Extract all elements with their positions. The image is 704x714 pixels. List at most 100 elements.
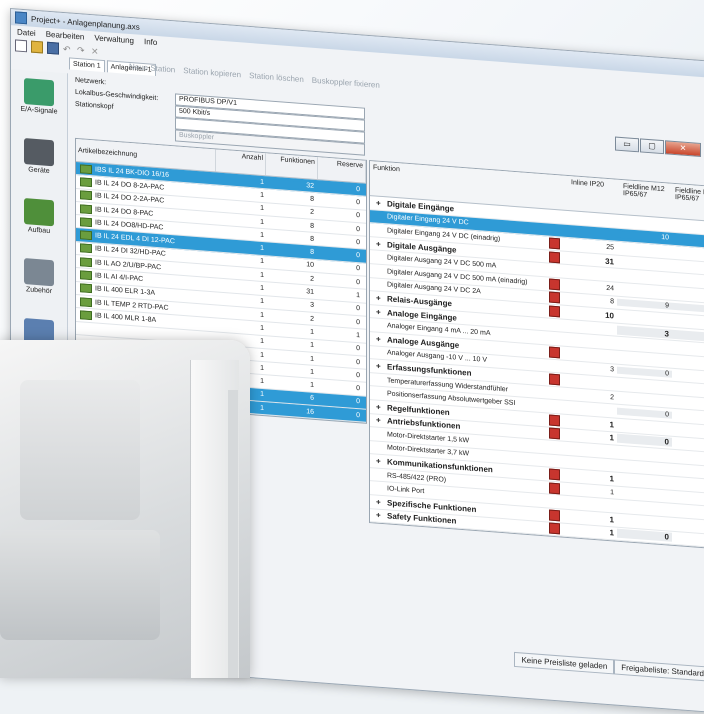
function-icon-cell bbox=[546, 237, 562, 250]
reserve-cell: 1 bbox=[356, 331, 360, 340]
function-value-cell bbox=[672, 524, 704, 529]
function-value-cell bbox=[617, 275, 672, 280]
count-cell[interactable]: 1 bbox=[218, 255, 266, 266]
menu-item-0[interactable]: Datei bbox=[17, 28, 36, 38]
function-value-cell: 3 bbox=[617, 325, 672, 339]
function-value-cell bbox=[617, 479, 672, 484]
expand-icon bbox=[376, 230, 384, 231]
reserve-cell: 0 bbox=[356, 252, 360, 260]
count-cell[interactable]: 1 bbox=[218, 202, 266, 213]
count-cell[interactable]: 1 bbox=[218, 322, 266, 333]
function-value-cell bbox=[562, 230, 617, 234]
module-icon bbox=[548, 427, 560, 440]
reserve-cell: 0 bbox=[356, 411, 360, 420]
functions-cell: 8 bbox=[310, 235, 314, 243]
count-cell[interactable]: 1 bbox=[218, 282, 266, 293]
functions-cell: 8 bbox=[310, 195, 314, 203]
functions-cell: 1 bbox=[310, 355, 314, 363]
device-frame-edge bbox=[228, 390, 238, 678]
save-icon[interactable] bbox=[47, 41, 59, 55]
sidebar-item[interactable]: Zubehör bbox=[11, 257, 67, 313]
expand-icon bbox=[376, 475, 384, 476]
expand-icon[interactable]: + bbox=[376, 497, 384, 507]
count-cell[interactable]: 1 bbox=[218, 189, 266, 200]
sidebar-item-label: E/A-Signale bbox=[20, 105, 58, 116]
device-module bbox=[20, 380, 140, 520]
function-value-cell bbox=[672, 279, 704, 284]
expand-icon[interactable]: + bbox=[376, 402, 384, 412]
function-icon-cell bbox=[546, 216, 562, 217]
col-fieldline-m12[interactable]: Fieldline M12 IP65/67 bbox=[620, 180, 672, 218]
hardware-device-photo bbox=[0, 340, 250, 678]
function-icon-cell bbox=[546, 482, 562, 494]
expand-icon[interactable]: + bbox=[376, 511, 384, 521]
reserve-cell: 0 bbox=[356, 185, 360, 193]
function-value-cell: 0 bbox=[672, 235, 704, 247]
pricelist-status: Keine Preisliste geladen bbox=[514, 651, 615, 675]
function-table: Funktion Inline IP20 Fieldline M12 IP65/… bbox=[369, 159, 704, 551]
sidebar-item[interactable]: Aufbau bbox=[11, 197, 67, 253]
expand-icon[interactable]: + bbox=[376, 293, 384, 303]
expand-icon[interactable]: + bbox=[376, 361, 384, 371]
module-icon bbox=[548, 482, 560, 494]
function-value-cell: 1 bbox=[609, 474, 614, 484]
reserve-cell: 0 bbox=[356, 198, 360, 207]
function-value-cell: 24 bbox=[606, 284, 614, 293]
expand-icon[interactable]: + bbox=[376, 307, 384, 317]
count-cell[interactable]: 1 bbox=[218, 175, 266, 186]
col-count[interactable]: Anzahl bbox=[216, 149, 266, 176]
function-value-cell: 8 bbox=[610, 298, 614, 306]
col-functions[interactable]: Funktionen bbox=[266, 153, 318, 180]
article-name: IB IL AI 4/I-PAC bbox=[95, 272, 144, 284]
count-cell[interactable]: 1 bbox=[218, 295, 266, 306]
function-value-cell bbox=[672, 293, 704, 298]
open-folder-icon[interactable] bbox=[31, 40, 43, 54]
function-value-cell bbox=[617, 356, 672, 362]
delete-icon[interactable]: ✕ bbox=[91, 46, 101, 57]
expand-icon bbox=[376, 488, 384, 489]
function-value-cell bbox=[562, 448, 617, 452]
function-value-cell bbox=[672, 428, 704, 434]
expand-icon[interactable]: + bbox=[376, 198, 384, 208]
sidebar-item[interactable]: Geräte bbox=[11, 137, 67, 193]
function-value-cell: 9 bbox=[617, 298, 672, 311]
function-value-cell bbox=[617, 343, 672, 348]
count-cell[interactable]: 1 bbox=[218, 215, 266, 226]
col-fieldline-m8[interactable]: Fieldline M8 IP65/67 bbox=[672, 184, 704, 222]
count-cell[interactable]: 1 bbox=[218, 242, 266, 253]
function-value-cell bbox=[672, 361, 704, 366]
tab-station-1[interactable]: Station 1 bbox=[69, 57, 105, 73]
reserve-cell: 0 bbox=[356, 358, 360, 366]
function-icon-cell bbox=[546, 509, 562, 522]
menu-item-1[interactable]: Bearbeiten bbox=[46, 30, 85, 42]
expand-icon bbox=[376, 284, 384, 285]
reserve-cell: 0 bbox=[356, 225, 360, 233]
module-icon bbox=[548, 237, 560, 250]
col-reserve[interactable]: Reserve bbox=[317, 157, 366, 183]
undo-icon[interactable]: ↶ bbox=[63, 44, 73, 55]
devices-icon bbox=[24, 138, 54, 167]
terminal-icon bbox=[80, 283, 92, 294]
expand-icon bbox=[376, 393, 384, 394]
expand-icon[interactable]: + bbox=[376, 416, 384, 426]
sidebar-item[interactable]: E/A-Signale bbox=[11, 77, 67, 133]
expand-icon[interactable]: + bbox=[376, 457, 384, 467]
count-cell[interactable]: 1 bbox=[218, 308, 266, 319]
function-value-cell bbox=[617, 384, 672, 389]
functions-cell: 10 bbox=[306, 261, 314, 270]
sidebar-item-label: Aufbau bbox=[27, 226, 51, 236]
new-file-icon[interactable] bbox=[15, 39, 27, 53]
count-cell[interactable]: 1 bbox=[218, 268, 266, 279]
menu-item-2[interactable]: Verwaltung bbox=[94, 33, 134, 45]
menu-item-3[interactable]: Info bbox=[144, 37, 157, 47]
count-cell[interactable]: 1 bbox=[218, 228, 266, 239]
col-inline[interactable]: Inline IP20 bbox=[568, 176, 620, 214]
expand-icon[interactable]: + bbox=[376, 334, 384, 344]
expand-icon[interactable]: + bbox=[376, 239, 384, 249]
function-name: Safety Funktionen bbox=[387, 511, 457, 527]
function-icon-cell bbox=[546, 305, 562, 318]
function-value-cell bbox=[617, 288, 672, 294]
article-name: IB IL 400 MLR 1-8A bbox=[95, 312, 157, 324]
functions-cell: 6 bbox=[310, 394, 314, 403]
redo-icon[interactable]: ↷ bbox=[77, 45, 87, 56]
